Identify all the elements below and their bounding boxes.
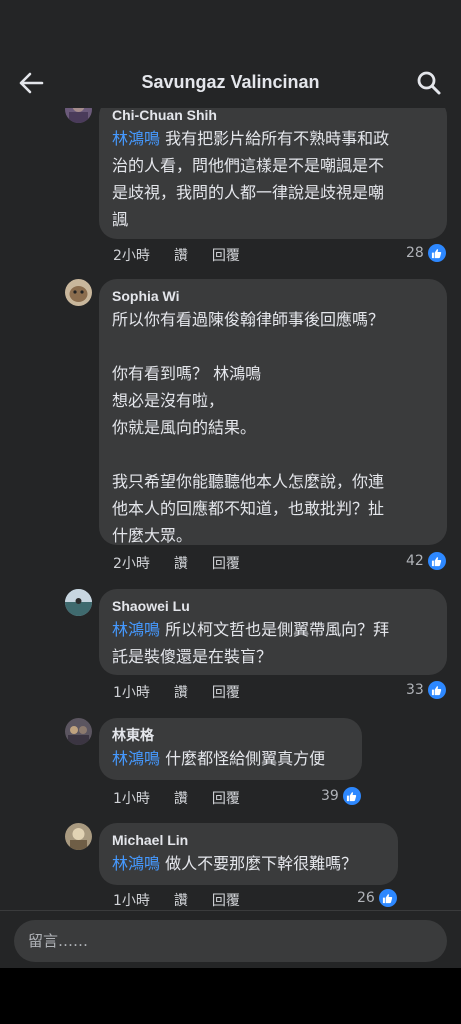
reaction-count[interactable]: 33 (406, 680, 446, 700)
reaction-count[interactable]: 28 (406, 243, 446, 263)
comment-author[interactable]: Chi-Chuan Shih (112, 106, 434, 124)
comment-time: 1小時 (113, 893, 150, 909)
comment-time: 1小時 (113, 685, 150, 701)
mention-link[interactable]: 林鴻鳴 (112, 854, 160, 873)
mention-link[interactable]: 林鴻鳴 (112, 749, 160, 768)
like-count: 26 (357, 890, 375, 906)
comment-actions: 1小時 讚 回覆 (113, 682, 264, 702)
comment-actions: 1小時 讚 回覆 (113, 890, 264, 910)
reply-button[interactable]: 回覆 (212, 890, 240, 910)
like-count: 28 (406, 245, 424, 261)
avatar[interactable] (65, 823, 92, 850)
comment-author[interactable]: Shaowei Lu (112, 597, 434, 615)
like-count: 42 (406, 553, 424, 569)
comment-author[interactable]: Michael Lin (112, 831, 385, 849)
comment-time: 2小時 (113, 556, 150, 572)
avatar[interactable] (65, 279, 92, 306)
comment-bubble: 林東格 林鴻鳴 什麼都怪給側翼真方便 (99, 718, 362, 780)
reaction-count[interactable]: 39 (321, 786, 361, 806)
thumbs-up-icon (427, 552, 446, 570)
like-button[interactable]: 讚 (174, 245, 188, 265)
comments-list: Chi-Chuan Shih 林鴻鳴 我有把影片給所有不熟時事和政 治的人看，問… (0, 95, 461, 910)
top-bar: Savungaz Valincinan (0, 0, 461, 108)
mention-link[interactable]: 林鴻鳴 (112, 620, 160, 639)
like-button[interactable]: 讚 (174, 890, 188, 910)
comment-author[interactable]: 林東格 (112, 726, 349, 744)
like-button[interactable]: 讚 (174, 788, 188, 808)
comment-text: 林鴻鳴 什麼都怪給側翼真方便 (112, 745, 349, 772)
comment-actions: 2小時 讚 回覆 (113, 245, 264, 265)
comment-author[interactable]: Sophia Wi (112, 287, 434, 305)
comment-bubble: Sophia Wi 所以你有看過陳俊翰律師事後回應嗎？ 你有看到嗎？ 林鴻鳴 想… (99, 279, 447, 545)
search-icon (417, 71, 441, 95)
comment-bubble: Chi-Chuan Shih 林鴻鳴 我有把影片給所有不熟時事和政 治的人看，問… (99, 98, 447, 239)
comment-body: 什麼都怪給側翼真方便 (160, 749, 326, 768)
search-button[interactable] (412, 66, 446, 100)
like-count: 39 (321, 788, 339, 804)
back-button[interactable] (14, 66, 48, 100)
app-screen: Savungaz Valincinan Chi-Chuan Shih 林鴻鳴 我… (0, 0, 461, 968)
avatar[interactable] (65, 718, 92, 745)
comment-text: 林鴻鳴 我有把影片給所有不熟時事和政 治的人看，問他們這樣是不是嘲諷是不 是歧視… (112, 125, 434, 233)
reply-button[interactable]: 回覆 (212, 682, 240, 702)
comment-time: 2小時 (113, 248, 150, 264)
comment-composer (0, 910, 461, 968)
thumbs-up-icon (378, 889, 397, 907)
comment-actions: 1小時 讚 回覆 (113, 788, 264, 808)
reaction-count[interactable]: 26 (357, 888, 397, 908)
thumbs-up-icon (427, 244, 446, 262)
reaction-count[interactable]: 42 (406, 551, 446, 571)
back-arrow-icon (19, 72, 44, 94)
like-count: 33 (406, 682, 424, 698)
mention-link[interactable]: 林鴻鳴 (112, 129, 160, 148)
comment-text: 林鴻鳴 做人不要那麼下幹很難嗎？ (112, 850, 385, 877)
comment-input[interactable] (14, 920, 447, 962)
reply-button[interactable]: 回覆 (212, 245, 240, 265)
comment-actions: 2小時 讚 回覆 (113, 553, 264, 573)
thumbs-up-icon (427, 681, 446, 699)
like-button[interactable]: 讚 (174, 682, 188, 702)
comment-body: 所以你有看過陳俊翰律師事後回應嗎？ 你有看到嗎？ 林鴻鳴 想必是沒有啦， 你就是… (112, 310, 385, 545)
avatar[interactable] (65, 589, 92, 616)
reply-button[interactable]: 回覆 (212, 788, 240, 808)
comment-time: 1小時 (113, 791, 150, 807)
like-button[interactable]: 讚 (174, 553, 188, 573)
thumbs-up-icon (342, 787, 361, 805)
reply-button[interactable]: 回覆 (212, 553, 240, 573)
comment-bubble: Shaowei Lu 林鴻鳴 所以柯文哲也是側翼帶風向？拜 託是裝傻還是在裝盲？ (99, 589, 447, 675)
comment-text: 林鴻鳴 所以柯文哲也是側翼帶風向？拜 託是裝傻還是在裝盲？ (112, 616, 434, 670)
page-title: Savungaz Valincinan (141, 72, 320, 92)
comment-bubble: Michael Lin 林鴻鳴 做人不要那麼下幹很難嗎？ (99, 823, 398, 885)
comment-body: 做人不要那麼下幹很難嗎？ (160, 854, 358, 873)
